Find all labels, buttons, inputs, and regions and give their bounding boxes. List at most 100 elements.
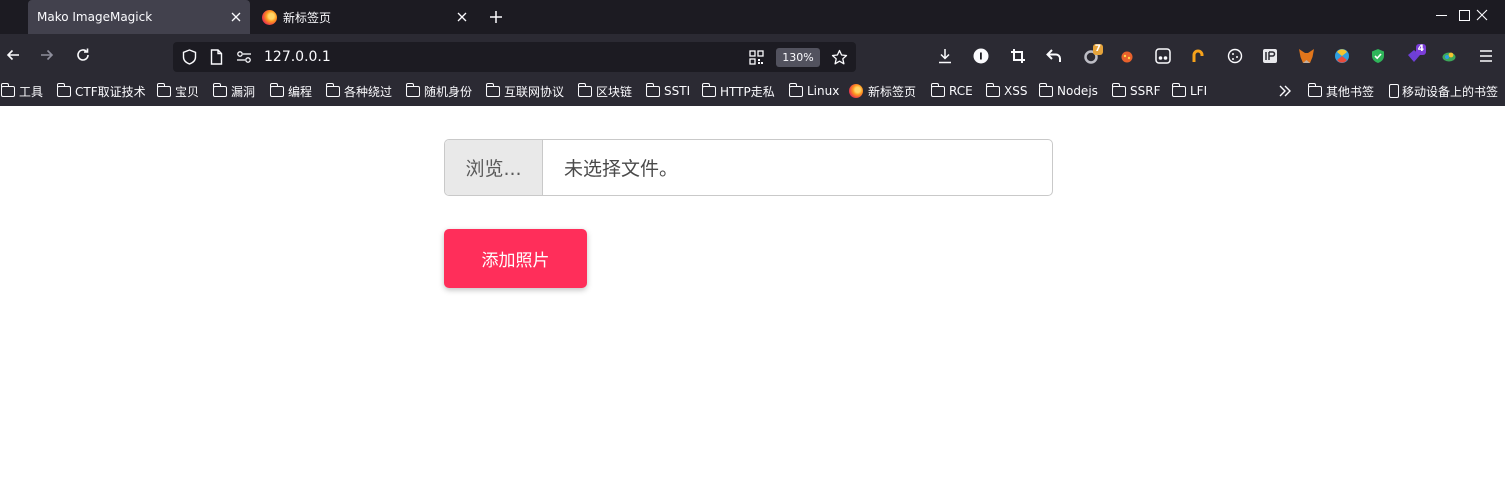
- close-tab-icon[interactable]: [226, 7, 246, 27]
- back-arrow-icon: [6, 49, 19, 61]
- crop-icon: [1011, 49, 1025, 63]
- bookmark-label: 工具: [19, 84, 44, 99]
- folder-icon: [1111, 82, 1126, 97]
- folder-icon: [701, 82, 716, 97]
- folder-icon: [985, 82, 1000, 97]
- page-icon[interactable]: [207, 48, 225, 66]
- cookie-icon: [1227, 48, 1243, 64]
- close-tab-icon[interactable]: [452, 7, 472, 27]
- bookmark-folder[interactable]: 编程: [269, 82, 313, 100]
- 1password-icon: [973, 48, 989, 64]
- extension-globe-button[interactable]: [1330, 44, 1354, 68]
- bookmark-folder[interactable]: XSS: [985, 82, 1027, 100]
- folder-icon: [788, 82, 803, 97]
- extension-badge: 7: [1092, 44, 1103, 55]
- cookie-editor-button[interactable]: [1223, 44, 1247, 68]
- folder-icon: [1171, 82, 1186, 97]
- permissions-icon[interactable]: [235, 48, 253, 66]
- reload-button[interactable]: [70, 42, 96, 68]
- folder-icon: [577, 82, 592, 97]
- folder-icon: [0, 82, 15, 97]
- bookmark-label: Nodejs: [1057, 84, 1098, 98]
- extension-hook-button[interactable]: [1187, 44, 1211, 68]
- downloads-button[interactable]: [933, 44, 957, 68]
- forward-arrow-icon: [41, 49, 54, 61]
- bookmark-folder[interactable]: 随机身份: [405, 82, 472, 100]
- plus-icon: [490, 11, 502, 23]
- file-input[interactable]: 浏览... 未选择文件。: [444, 139, 1053, 196]
- forward-button[interactable]: [34, 42, 60, 68]
- mobile-device-icon: [1389, 84, 1399, 98]
- bookmark-folder[interactable]: SSRF: [1111, 82, 1160, 100]
- extension-gem-button[interactable]: 4: [1402, 44, 1426, 68]
- bookmark-folder[interactable]: LFI: [1171, 82, 1208, 100]
- other-bookmarks-folder[interactable]: 其他书签: [1307, 82, 1374, 100]
- ip-icon: [1263, 49, 1277, 63]
- undo-button[interactable]: [1042, 44, 1066, 68]
- app-menu-button[interactable]: [1474, 44, 1498, 68]
- shield-extension-button[interactable]: [1366, 44, 1390, 68]
- bookmark-label: 区块链: [596, 84, 633, 99]
- zoom-level-button[interactable]: 130%: [776, 48, 820, 67]
- extension-ring-button[interactable]: 7: [1079, 44, 1103, 68]
- metamask-button[interactable]: [1294, 44, 1318, 68]
- 1password-button[interactable]: [969, 44, 993, 68]
- ip-address-button[interactable]: [1258, 44, 1282, 68]
- extension-leaf-button[interactable]: [1437, 44, 1461, 68]
- back-button[interactable]: [0, 42, 26, 68]
- bookmark-folder[interactable]: Linux: [788, 82, 839, 100]
- bookmark-label: LFI: [1190, 84, 1208, 98]
- bookmark-folder[interactable]: 宝贝: [156, 82, 200, 100]
- shield-icon[interactable]: [180, 48, 198, 66]
- extension-hook-icon: [1192, 49, 1204, 62]
- bookmarks-overflow-button[interactable]: [1278, 82, 1292, 100]
- bookmark-label: HTTP走私: [720, 84, 775, 99]
- folder-icon: [212, 82, 227, 97]
- bookmark-folder[interactable]: SSTI: [645, 82, 690, 100]
- bookmark-folder[interactable]: CTF取证技术: [56, 82, 146, 100]
- new-tab-button[interactable]: [484, 5, 508, 29]
- bookmark-folder[interactable]: Nodejs: [1038, 82, 1098, 100]
- screenshot-crop-button[interactable]: [1006, 44, 1030, 68]
- chevron-double-right-icon: [1279, 85, 1291, 97]
- folder-icon: [1307, 82, 1322, 97]
- close-window-button[interactable]: [1459, 0, 1505, 30]
- bookmarks-toolbar: 工具 CTF取证技术 宝贝 漏洞 编程 各种绕过 随机身份 互联网协议 区块链 …: [0, 76, 1505, 106]
- browse-button[interactable]: 浏览...: [445, 140, 543, 195]
- bookmark-folder[interactable]: HTTP走私: [701, 82, 775, 100]
- bookmark-folder[interactable]: 漏洞: [212, 82, 255, 100]
- bookmark-new-tab[interactable]: 新标签页: [849, 82, 916, 100]
- bookmark-label: 互联网协议: [504, 84, 565, 99]
- folder-icon: [1038, 82, 1053, 97]
- folder-icon: [405, 82, 420, 97]
- extension-badge: 4: [1415, 44, 1426, 55]
- extension-glasses-button[interactable]: [1151, 44, 1175, 68]
- bookmark-star-icon[interactable]: [830, 48, 848, 66]
- url-text[interactable]: 127.0.0.1: [264, 49, 331, 65]
- bookmark-folder[interactable]: 工具: [0, 82, 44, 100]
- mobile-bookmarks-folder[interactable]: 移动设备上的书签: [1389, 82, 1498, 100]
- bookmark-folder[interactable]: 互联网协议: [485, 82, 565, 100]
- close-icon: [1476, 9, 1488, 21]
- download-icon: [939, 49, 951, 64]
- folder-icon: [269, 82, 284, 97]
- bookmark-label: 编程: [288, 84, 313, 99]
- tab-strip: Mako ImageMagick 新标签页: [0, 0, 1505, 34]
- url-bar[interactable]: 127.0.0.1 130%: [173, 42, 856, 72]
- bookmark-folder[interactable]: 各种绕过: [325, 82, 392, 100]
- undo-icon: [1046, 49, 1061, 62]
- extension-bug-icon: [1121, 51, 1133, 63]
- file-status-label: 未选择文件。: [564, 158, 679, 180]
- extension-leaf-icon: [1442, 52, 1456, 62]
- tab-mako-imagemagick[interactable]: Mako ImageMagick: [28, 0, 250, 34]
- bookmark-label: 宝贝: [175, 84, 200, 99]
- extension-globe-icon: [1335, 49, 1349, 63]
- bookmark-folder[interactable]: 区块链: [577, 82, 633, 100]
- extension-bug-button[interactable]: [1115, 44, 1139, 68]
- folder-icon: [930, 82, 945, 97]
- tab-new-tab[interactable]: 新标签页: [254, 0, 476, 34]
- navigation-toolbar: 127.0.0.1 130% 7 4: [0, 34, 1505, 76]
- add-photo-button[interactable]: 添加照片: [444, 229, 587, 288]
- qr-code-icon[interactable]: [747, 48, 765, 66]
- bookmark-folder[interactable]: RCE: [930, 82, 973, 100]
